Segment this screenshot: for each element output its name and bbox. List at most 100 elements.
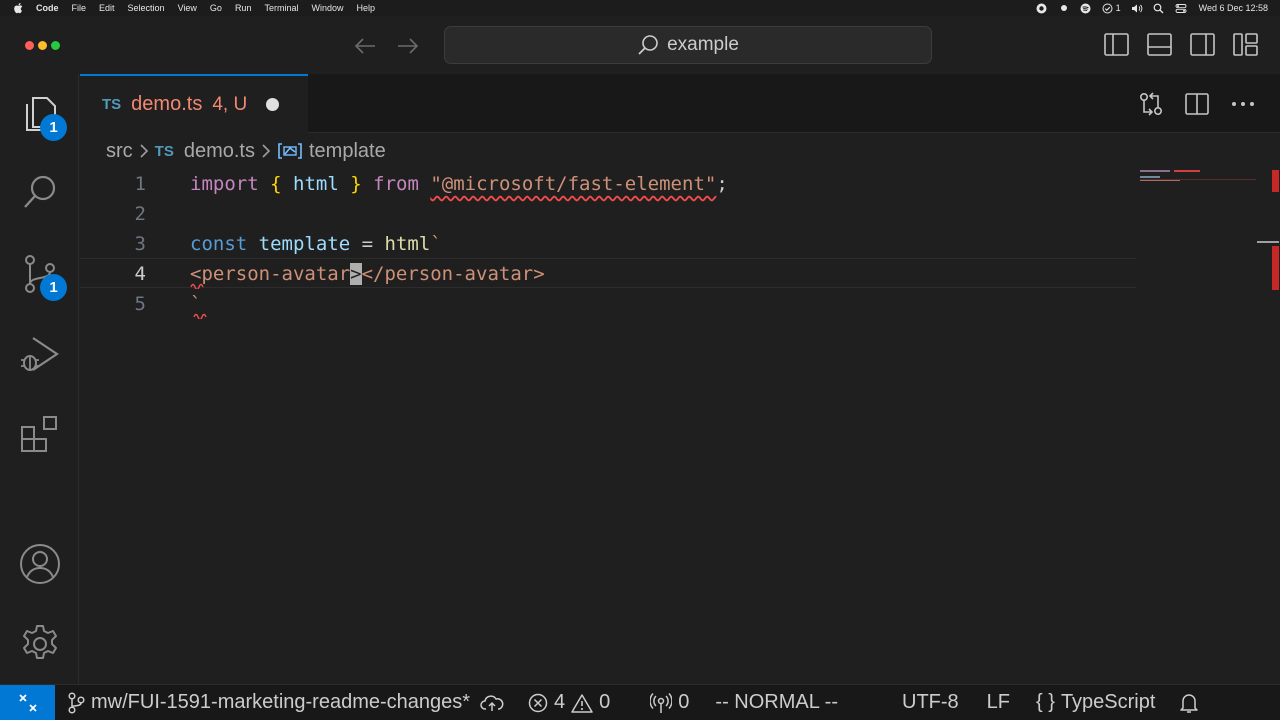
broadcast-icon [650,692,673,714]
checklist-icon[interactable] [1102,2,1114,14]
module-string-error: "@microsoft/fast-element" [430,173,717,195]
code-line-3[interactable]: 3 const template = html` [80,229,1136,259]
vim-mode: -- NORMAL -- [715,691,838,713]
warning-icon [571,693,593,713]
search-icon[interactable] [1153,2,1165,14]
code-content: const template = html` [190,233,442,255]
git-branch-icon [67,691,85,714]
menu-window[interactable]: Window [311,3,343,13]
window-close-button[interactable] [25,41,34,50]
volume-icon[interactable] [1131,2,1143,14]
tab-label: demo.ts [131,93,203,115]
activity-accounts[interactable] [0,534,79,594]
variable-symbol-icon [277,142,303,160]
unsaved-dot-icon[interactable] [266,98,280,111]
layout-grid-icon [1233,33,1258,56]
compare-changes-icon [1139,92,1162,116]
language-name: TypeScript [1060,691,1156,713]
menu-view[interactable]: View [178,3,197,13]
line-number: 2 [134,203,146,225]
encoding-selector[interactable]: UTF-8 [902,691,959,714]
editor-tab-bar: TS demo.ts 4, U [80,74,1280,133]
menu-app-name[interactable]: Code [36,3,59,13]
activity-manage[interactable] [0,614,79,674]
typescript-file-icon: TS [102,96,122,113]
breadcrumb-folder[interactable]: src [106,140,133,163]
title-bar: example [0,16,1280,74]
chevron-right-icon [261,143,271,159]
arrow-right-icon [398,38,419,54]
open-changes-button[interactable] [1138,91,1164,117]
menu-selection[interactable]: Selection [128,3,165,13]
record-icon[interactable] [1036,2,1048,14]
menu-help[interactable]: Help [356,3,375,13]
menu-terminal[interactable]: Terminal [264,3,298,13]
menu-edit[interactable]: Edit [99,3,115,13]
scrollbar-error-marker [1272,170,1279,192]
eol-selector[interactable]: LF [987,691,1010,714]
activity-run-debug[interactable] [0,324,79,384]
menu-run[interactable]: Run [235,3,252,13]
window-maximize-button[interactable] [51,41,60,50]
problems-indicator[interactable]: 4 0 [528,691,610,714]
activity-search[interactable] [0,162,79,222]
control-center-icon[interactable] [1175,2,1187,14]
code-line-5[interactable]: 5 ` [80,289,1136,319]
tab-demo-ts[interactable]: TS demo.ts 4, U [80,74,308,133]
more-actions-button[interactable] [1230,91,1256,117]
ports-indicator[interactable]: 0 [650,691,689,714]
menu-file[interactable]: File [72,3,87,13]
status-bar: mw/FUI-1591-marketing-readme-changes* 4 … [0,684,1280,720]
branch-indicator[interactable]: mw/FUI-1591-marketing-readme-changes* [67,691,470,714]
sync-button[interactable] [480,693,504,713]
editor-actions [1138,91,1256,117]
notifications-button[interactable] [1179,692,1199,714]
spotify-icon[interactable] [1080,2,1092,14]
panel-bottom-icon [1147,33,1172,56]
scrollbar-cursor-marker [1257,241,1279,243]
split-editor-button[interactable] [1184,91,1210,117]
activity-source-control[interactable]: 1 [0,244,79,304]
scrollbar-error-marker [1272,246,1279,290]
go-forward-button[interactable] [393,31,423,61]
braces-icon: { } [1036,691,1055,713]
remote-indicator-button[interactable] [0,684,55,720]
search-icon [638,35,658,55]
menu-go[interactable]: Go [210,3,222,13]
breadcrumb-symbol[interactable]: template [309,140,386,163]
cloud-upload-icon [480,693,504,713]
code-editor[interactable]: 1 import { html } from "@microsoft/fast-… [80,168,1280,684]
toggle-primary-sidebar-button[interactable] [1104,32,1129,57]
toggle-panel-button[interactable] [1147,32,1172,57]
window-minimize-button[interactable] [38,41,47,50]
code-line-4[interactable]: 4 <person-avatar></person-avatar> [80,258,1136,288]
breadcrumb-file[interactable]: demo.ts [184,140,255,163]
run-debug-icon [20,337,59,371]
activity-explorer[interactable]: 1 [0,84,79,144]
error-squiggle-icon [190,283,204,289]
menubar-clock[interactable]: Wed 6 Dec 12:58 [1199,3,1268,13]
layout-controls [1104,32,1258,57]
tab-problem-status: 4, U [212,93,248,115]
macos-menubar: Code File Edit Selection View Go Run Ter… [0,0,1280,16]
go-back-button[interactable] [350,31,380,61]
toggle-secondary-sidebar-button[interactable] [1190,32,1215,57]
gear-icon [22,625,57,659]
error-squiggle-icon [193,313,207,319]
command-center-search[interactable]: example [444,26,932,64]
customize-layout-button[interactable] [1233,32,1258,57]
bell-icon [1179,692,1199,714]
explorer-badge: 1 [40,114,67,141]
code-line-2[interactable]: 2 [80,199,1136,229]
error-count: 4 [554,691,566,713]
line-number: 3 [134,233,146,255]
code-line-1[interactable]: 1 import { html } from "@microsoft/fast-… [80,169,1136,199]
dot-icon[interactable] [1058,2,1070,14]
language-mode-selector[interactable]: { } TypeScript [1036,691,1155,714]
apple-icon[interactable] [12,2,24,14]
chevron-right-icon [139,143,149,159]
warning-count: 0 [599,691,611,713]
branch-name: mw/FUI-1591-marketing-readme-changes* [91,691,471,713]
activity-extensions[interactable] [0,404,79,464]
minimap[interactable] [1140,168,1256,188]
